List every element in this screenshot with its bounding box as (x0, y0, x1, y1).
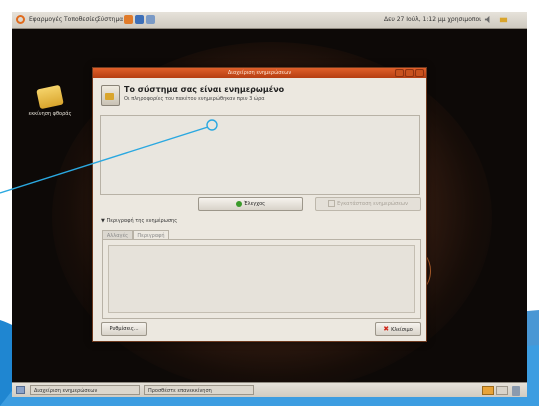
check-button-label: Έλεγχος (243, 201, 266, 207)
email-launcher-icon[interactable] (135, 15, 144, 24)
install-icon (328, 200, 336, 207)
help-launcher-icon[interactable] (146, 15, 155, 24)
network-icon[interactable] (499, 15, 508, 24)
settings-button[interactable]: Ρυθμίσεις... (101, 322, 147, 336)
desktop-folder-icon[interactable] (36, 84, 64, 110)
trash-icon[interactable] (512, 386, 520, 396)
update-manager-dialog: Διαχείριση ενημερώσεων Το σύστημα σας εί… (92, 67, 427, 342)
close-button-label: Κλείσιμο (391, 327, 413, 333)
package-icon (101, 85, 120, 106)
minimize-button[interactable] (395, 69, 404, 77)
firefox-launcher-icon[interactable] (124, 15, 133, 24)
task-label: Προσθέστε επανεκκίνηση (148, 388, 212, 394)
details-expander-label: Περιγραφή της ενημέρωσης (106, 218, 178, 224)
top-panel: Εφαρμογές Τοποθεσίες Σύστημα Δευ 27 Ιούλ… (12, 12, 527, 29)
maximize-button[interactable] (405, 69, 414, 77)
bottom-panel: Διαχείριση ενημερώσεων Προσθέστε επανεκκ… (12, 382, 527, 397)
ubuntu-logo-icon[interactable] (16, 15, 25, 24)
menu-applications[interactable]: Εφαρμογές (29, 16, 62, 23)
expander-arrow-icon: ▼ (101, 218, 105, 224)
status-subline: Οι πληροφορίες του πακέτου ενημερώθηκαν … (124, 96, 265, 102)
close-button[interactable]: ✖ Κλείσιμο (375, 322, 421, 336)
details-expander[interactable]: ▼ Περιγραφή της ενημέρωσης (101, 218, 177, 224)
workspace-2[interactable] (496, 386, 508, 395)
menu-places[interactable]: Τοποθεσίες (64, 16, 98, 23)
menu-system[interactable]: Σύστημα (97, 16, 123, 23)
desktop-icon-label[interactable]: εκκίνηση φθοράς (17, 111, 83, 117)
install-updates-button[interactable]: Εγκατάσταση ενημερώσεων (315, 197, 421, 211)
task-restart-required[interactable]: Προσθέστε επανεκκίνηση (144, 385, 254, 395)
install-button-label: Εγκατάσταση ενημερώσεων (337, 201, 408, 207)
status-headline: Το σύστημα σας είναι ενημερωμένο (124, 85, 285, 94)
details-text-area[interactable] (108, 245, 415, 313)
check-button[interactable]: Έλεγχος (198, 197, 303, 211)
screenshot-frame: Εφαρμογές Τοποθεσίες Σύστημα Δευ 27 Ιούλ… (0, 0, 539, 406)
details-panel (102, 239, 421, 319)
refresh-icon (235, 200, 242, 207)
volume-icon[interactable] (484, 15, 493, 24)
desktop-screen: Εφαρμογές Τοποθεσίες Σύστημα Δευ 27 Ιούλ… (12, 12, 527, 397)
close-icon: ✖ (383, 325, 390, 333)
workspace-1[interactable] (482, 386, 494, 395)
window-close-button[interactable] (415, 69, 424, 77)
task-update-manager[interactable]: Διαχείριση ενημερώσεων (30, 385, 140, 395)
updates-list[interactable] (100, 115, 420, 195)
dialog-titlebar[interactable]: Διαχείριση ενημερώσεων (93, 68, 426, 78)
task-label: Διαχείριση ενημερώσεων (34, 388, 98, 394)
show-desktop-icon[interactable] (16, 386, 25, 394)
clock[interactable]: Δευ 27 Ιούλ, 1:12 μμ χρησιμοποι (384, 16, 481, 23)
